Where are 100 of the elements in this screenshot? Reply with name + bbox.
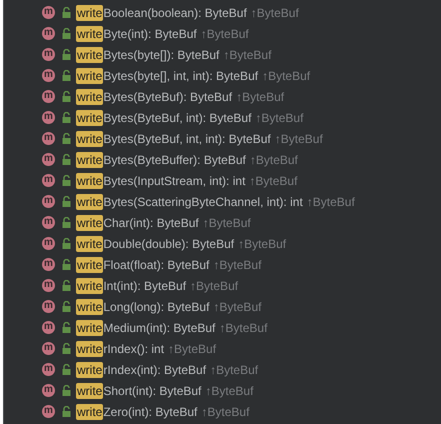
- method-signature: Bytes(ByteBuf, int, int): ByteBuf: [103, 132, 271, 146]
- match-highlight: write: [76, 152, 104, 168]
- match-highlight: write: [76, 46, 104, 62]
- method-signature: Char(int): ByteBuf: [103, 216, 199, 230]
- method-signature: rIndex(): int: [103, 342, 164, 356]
- lock-icon: [62, 28, 71, 39]
- lock-icon: [62, 238, 71, 249]
- method-icon: m: [42, 300, 55, 313]
- match-highlight: write: [76, 88, 104, 104]
- owner-class: ↑ByteBuf: [236, 90, 284, 104]
- method-icon: m: [42, 90, 55, 103]
- match-highlight: write: [76, 130, 104, 146]
- match-highlight: write: [76, 4, 104, 20]
- method-icon: m: [42, 384, 55, 397]
- owner-class: ↑ByteBuf: [262, 68, 310, 82]
- method-icon: m: [42, 405, 55, 418]
- method-icon: m: [42, 279, 55, 292]
- owner-class: ↑ByteBuf: [219, 320, 268, 334]
- lock-icon: [62, 49, 71, 60]
- match-highlight: write: [76, 68, 104, 84]
- match-highlight: write: [76, 110, 104, 126]
- match-highlight: write: [76, 26, 104, 42]
- method-icon: m: [42, 132, 55, 145]
- method-signature: Byte(int): ByteBuf: [103, 26, 197, 40]
- method-signature: Short(int): ByteBuf: [103, 384, 202, 398]
- method-signature: Bytes(ByteBuf): ByteBuf: [103, 90, 232, 104]
- owner-class: ↑ByteBuf: [201, 404, 250, 418]
- match-highlight: write: [76, 278, 104, 294]
- match-highlight: write: [76, 362, 104, 378]
- method-signature: Bytes(byte[]): ByteBuf: [103, 48, 220, 62]
- owner-class: ↑ByteBuf: [238, 236, 286, 250]
- method-signature: Bytes(InputStream, int): int: [103, 174, 246, 188]
- lock-icon: [62, 385, 71, 396]
- method-signature: Bytes(ByteBuf, int): ByteBuf: [103, 110, 252, 124]
- owner-class: ↑ByteBuf: [200, 26, 249, 40]
- lock-icon: [62, 406, 71, 417]
- lock-icon: [62, 91, 71, 102]
- owner-class: ↑ByteBuf: [210, 362, 258, 376]
- lock-icon: [62, 70, 71, 81]
- method-icon: m: [42, 174, 55, 187]
- method-icon: m: [42, 237, 55, 250]
- match-highlight: write: [76, 298, 104, 314]
- match-highlight: write: [76, 214, 104, 230]
- owner-class: ↑ByteBuf: [168, 342, 216, 356]
- method-signature: Long(long): ByteBuf: [103, 300, 210, 314]
- lock-icon: [62, 343, 71, 354]
- lock-icon: [62, 259, 71, 270]
- owner-class: ↑ByteBuf: [250, 6, 299, 20]
- lock-icon: [62, 280, 71, 291]
- lock-icon: [62, 175, 71, 186]
- match-highlight: write: [76, 404, 104, 420]
- method-icon: m: [42, 342, 55, 355]
- method-signature: Medium(int): ByteBuf: [103, 320, 216, 334]
- owner-class: ↑ByteBuf: [223, 48, 272, 62]
- owner-class: ↑ByteBuf: [213, 258, 262, 272]
- method-signature: Bytes(ByteBuffer): ByteBuf: [103, 152, 246, 166]
- match-highlight: write: [76, 382, 104, 398]
- lock-icon: [62, 217, 71, 228]
- method-signature: Boolean(boolean): ByteBuf: [103, 6, 247, 20]
- owner-class: ↑ByteBuf: [274, 132, 323, 146]
- lock-icon: [62, 196, 71, 207]
- method-icon: m: [42, 69, 55, 82]
- owner-class: ↑ByteBuf: [205, 384, 254, 398]
- match-highlight: write: [76, 340, 104, 356]
- method-icon: m: [42, 153, 55, 166]
- lock-icon: [62, 322, 71, 333]
- method-signature: Float(float): ByteBuf: [103, 258, 210, 272]
- match-highlight: write: [76, 194, 104, 210]
- method-signature: Zero(int): ByteBuf: [103, 404, 198, 418]
- lock-icon: [62, 154, 71, 165]
- owner-class: ↑ByteBuf: [250, 152, 298, 166]
- lock-icon: [62, 364, 71, 375]
- match-highlight: write: [76, 172, 104, 188]
- method-icon: m: [42, 48, 55, 61]
- method-icon: m: [42, 216, 55, 229]
- lock-icon: [62, 133, 71, 144]
- lock-icon: [62, 301, 71, 312]
- method-icon: m: [42, 321, 55, 334]
- method-signature: Bytes(byte[], int, int): ByteBuf: [103, 68, 258, 82]
- owner-class: ↑ByteBuf: [190, 278, 238, 292]
- owner-class: ↑ByteBuf: [306, 194, 355, 208]
- match-highlight: write: [76, 236, 104, 252]
- lock-icon: [62, 7, 71, 18]
- method-signature: Int(int): ByteBuf: [103, 278, 186, 292]
- owner-class: ↑ByteBuf: [255, 110, 304, 124]
- method-signature: Bytes(ScatteringByteChannel, int): int: [103, 194, 303, 208]
- owner-class: ↑ByteBuf: [202, 216, 251, 230]
- method-icon: m: [42, 363, 55, 376]
- method-icon: m: [42, 27, 55, 40]
- owner-class: ↑ByteBuf: [213, 300, 262, 314]
- match-highlight: write: [76, 256, 104, 272]
- method-icon: m: [42, 111, 55, 124]
- method-signature: Double(double): ByteBuf: [103, 236, 234, 250]
- match-highlight: write: [76, 320, 104, 336]
- lock-icon: [62, 112, 71, 123]
- method-icon: m: [42, 195, 55, 208]
- method-icon: m: [42, 6, 55, 19]
- method-signature: rIndex(int): ByteBuf: [103, 362, 206, 376]
- method-icon: m: [42, 258, 55, 271]
- owner-class: ↑ByteBuf: [249, 174, 298, 188]
